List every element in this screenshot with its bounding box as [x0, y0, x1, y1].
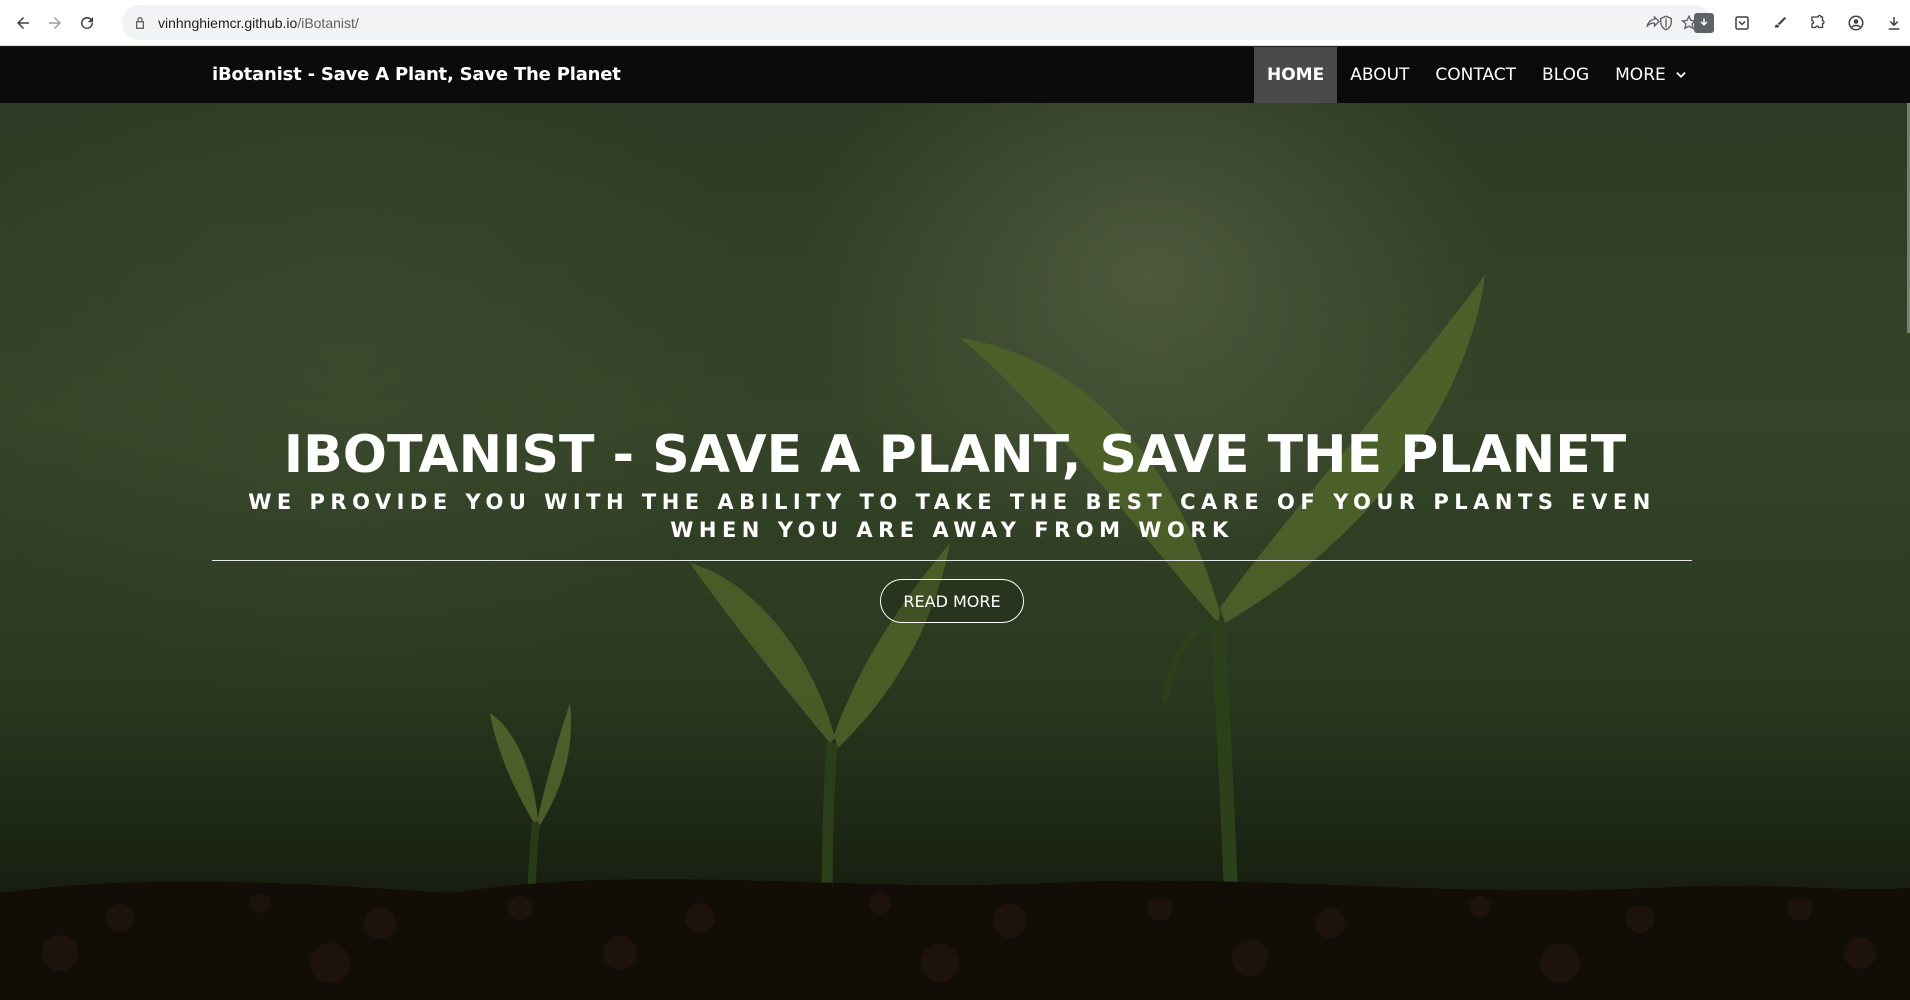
- arrow-right-icon: [49, 16, 61, 29]
- download-extension[interactable]: [1694, 13, 1714, 33]
- nav-more-dropdown[interactable]: MORE: [1602, 47, 1701, 103]
- download-icon: [1888, 17, 1900, 30]
- profile-button[interactable]: [1846, 13, 1866, 33]
- site-brand[interactable]: iBotanist - Save A Plant, Save The Plane…: [212, 47, 621, 103]
- profile-icon: [1848, 15, 1864, 31]
- browser-toolbar: vinhnghiemcr.github.io/iBotanist/: [0, 0, 1910, 46]
- nav-about[interactable]: ABOUT: [1337, 47, 1422, 103]
- brush-extension[interactable]: [1770, 13, 1790, 33]
- downloads-button[interactable]: [1884, 13, 1904, 33]
- shield-extension[interactable]: [1656, 13, 1676, 33]
- puzzle-icon: [1811, 14, 1825, 29]
- site-header: iBotanist - Save A Plant, Save The Plane…: [0, 47, 1910, 103]
- nav-more-label: MORE: [1615, 65, 1666, 85]
- reload-button[interactable]: [74, 10, 100, 36]
- hero-title: IBOTANIST - SAVE A PLANT, SAVE THE PLANE…: [283, 425, 1627, 485]
- forward-button[interactable]: [42, 10, 68, 36]
- shield-icon: [1660, 15, 1672, 31]
- hero-section: IBOTANIST - SAVE A PLANT, SAVE THE PLANE…: [0, 103, 1910, 1000]
- nav-blog[interactable]: BLOG: [1529, 47, 1602, 103]
- hero-subtitle: WE PROVIDE YOU WITH THE ABILITY TO TAKE …: [248, 490, 1656, 542]
- nav-contact-label: CONTACT: [1435, 65, 1517, 85]
- brush-icon: [1774, 17, 1786, 28]
- extensions-button[interactable]: [1808, 13, 1828, 33]
- nav-home-label: HOME: [1267, 65, 1325, 85]
- url-text: vinhnghiemcr.github.io/iBotanist/: [158, 15, 359, 31]
- hero-dark-overlay: [0, 103, 1910, 1000]
- nav-home[interactable]: HOME: [1254, 47, 1338, 103]
- url-path: /iBotanist/: [297, 14, 359, 31]
- url-host: vinhnghiemcr.github.io: [158, 14, 298, 31]
- nav-contact[interactable]: CONTACT: [1422, 47, 1529, 103]
- hero-divider: [212, 560, 1692, 561]
- pocket-icon: [1735, 16, 1749, 30]
- pocket-extension[interactable]: [1732, 13, 1752, 33]
- arrow-left-icon: [17, 16, 29, 29]
- download-badge-icon: [1694, 13, 1714, 33]
- back-button[interactable]: [10, 10, 36, 36]
- main-nav: HOME ABOUT CONTACT BLOG MORE: [1254, 47, 1701, 103]
- address-bar[interactable]: vinhnghiemcr.github.io/iBotanist/: [122, 5, 1712, 40]
- extensions-area: [1656, 0, 1904, 46]
- nav-blog-label: BLOG: [1542, 65, 1590, 85]
- read-more-button[interactable]: READ MORE: [880, 579, 1024, 623]
- reload-icon: [81, 16, 93, 29]
- lock-icon: [136, 16, 144, 29]
- nav-about-label: ABOUT: [1350, 65, 1410, 85]
- chevron-down-icon: [1676, 72, 1686, 78]
